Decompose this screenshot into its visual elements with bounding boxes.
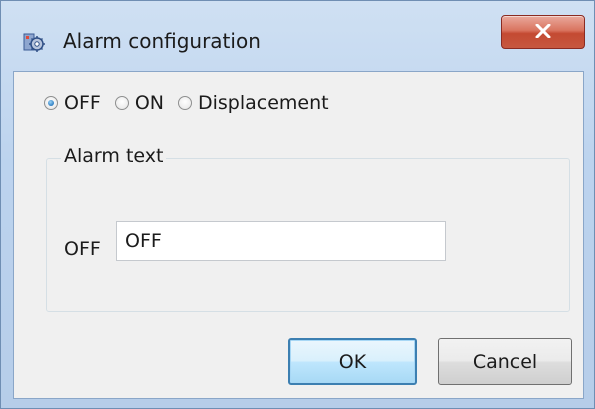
mode-radio-group: OFF ON Displacement bbox=[44, 92, 343, 114]
dialog-content: OFF ON Displacement Alarm text OFF OK Ca… bbox=[13, 71, 584, 399]
radio-displacement-label: Displacement bbox=[197, 92, 329, 114]
title-bar[interactable]: Alarm configuration bbox=[1, 1, 594, 71]
radio-off-label: OFF bbox=[64, 92, 101, 114]
cancel-button[interactable]: Cancel bbox=[438, 338, 572, 385]
radio-off[interactable]: OFF bbox=[44, 92, 101, 114]
close-icon bbox=[535, 22, 551, 43]
alarm-configuration-dialog: Alarm configuration OFF ON Displacement bbox=[0, 0, 595, 409]
alarm-text-group-label: Alarm text bbox=[61, 145, 167, 167]
radio-on-indicator[interactable] bbox=[114, 96, 129, 110]
radio-displacement-indicator[interactable] bbox=[177, 96, 192, 110]
radio-displacement[interactable]: Displacement bbox=[177, 92, 329, 114]
window-title: Alarm configuration bbox=[63, 29, 261, 53]
radio-on-label: ON bbox=[134, 92, 164, 114]
close-button[interactable] bbox=[501, 15, 585, 49]
app-gear-icon bbox=[23, 32, 45, 54]
radio-on[interactable]: ON bbox=[114, 92, 164, 114]
ok-button[interactable]: OK bbox=[288, 338, 417, 385]
off-text-label: OFF bbox=[64, 238, 101, 260]
radio-off-indicator[interactable] bbox=[44, 96, 58, 110]
off-text-input[interactable] bbox=[116, 221, 446, 261]
